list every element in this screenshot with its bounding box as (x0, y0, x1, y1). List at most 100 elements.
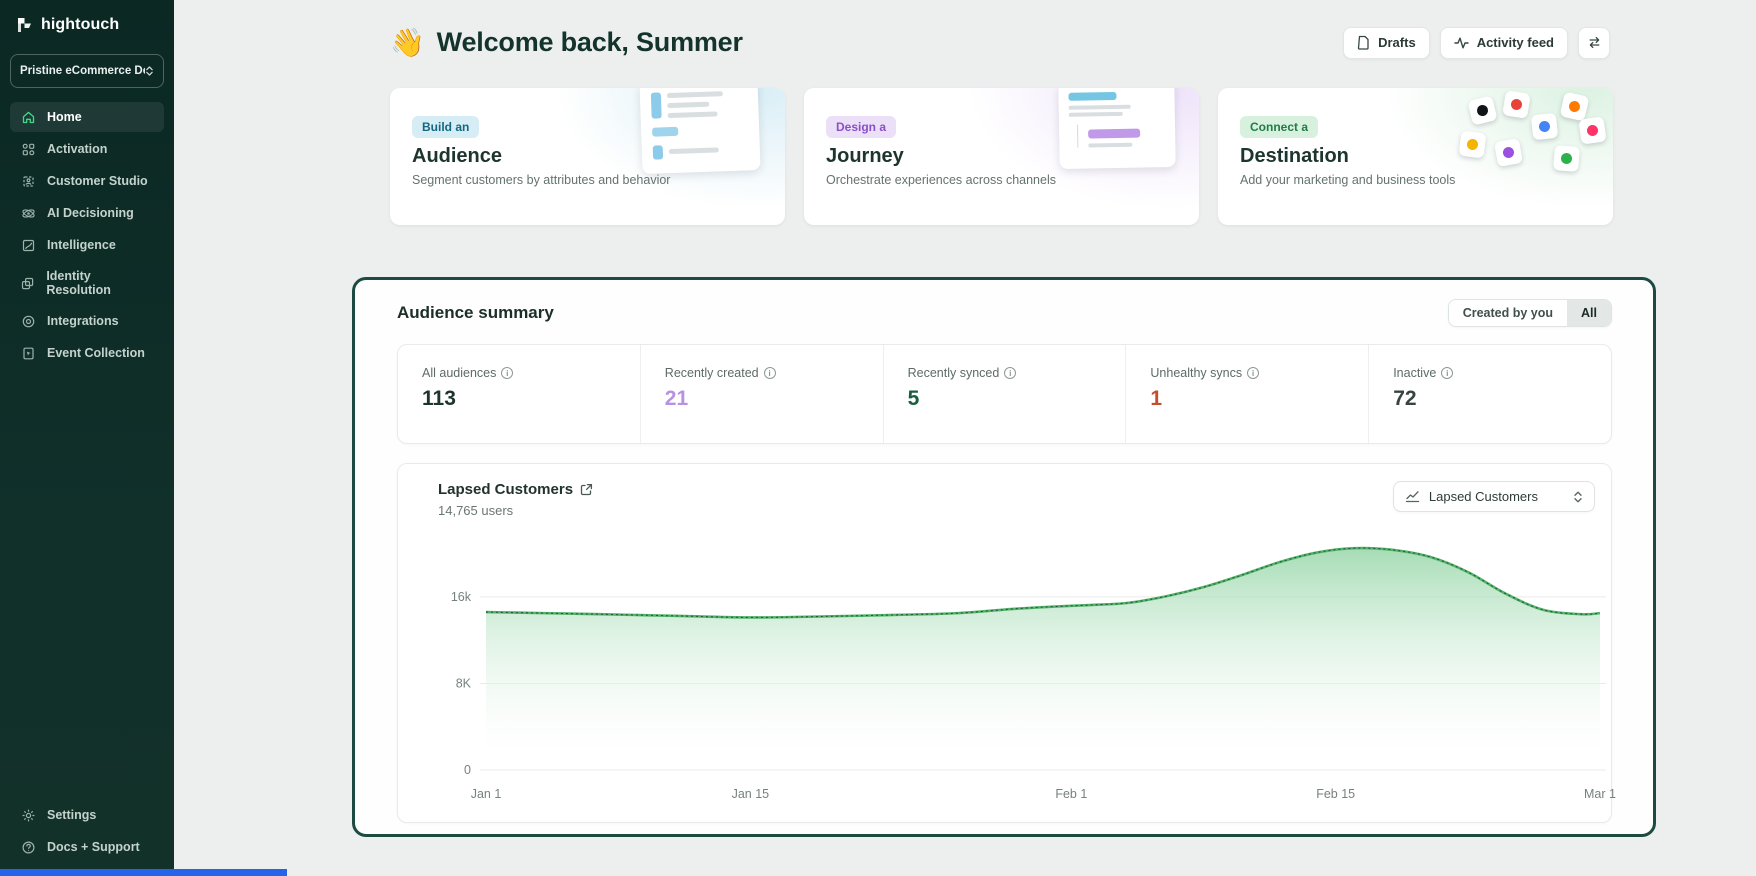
destination-card-title: Destination (1240, 145, 1455, 168)
journey-card-title: Journey (826, 145, 1056, 168)
activity-icon (1454, 36, 1469, 50)
stat-inactive: Inactivei 72 (1368, 345, 1611, 443)
identity-resolution-icon (20, 275, 35, 291)
sidebar-item-label: Intelligence (47, 238, 116, 252)
stat-value: 113 (422, 387, 640, 411)
bottom-blue-strip (0, 869, 287, 876)
greeting-text: Welcome back, Summer (437, 27, 743, 58)
svg-text:Mar 1: Mar 1 (1584, 787, 1616, 801)
stat-value: 5 (908, 387, 1126, 411)
chart-title: Lapsed Customers (438, 481, 573, 498)
drafts-button[interactable]: Drafts (1343, 27, 1430, 59)
svg-text:16k: 16k (451, 590, 472, 604)
sidebar-item-docs-support[interactable]: Docs + Support (10, 832, 164, 862)
line-chart-icon (1405, 490, 1420, 503)
stat-all-audiences: All audiencesi 113 (398, 345, 640, 443)
audience-summary-panel: Audience summary Created by you All All … (352, 277, 1656, 837)
area-chart: 08K16kJan 1Jan 15Feb 1Feb 15Mar 1 (438, 520, 1595, 817)
svg-text:Jan 1: Jan 1 (471, 787, 502, 801)
lapsed-customers-chart-card: Lapsed Customers 14,765 users Lapsed Cus… (397, 463, 1612, 823)
sidebar-item-label: Integrations (47, 314, 119, 328)
top-actions: Drafts Activity feed (1343, 27, 1610, 59)
design-journey-card[interactable]: Design a Journey Orchestrate experiences… (804, 88, 1199, 225)
sidebar-item-intelligence[interactable]: Intelligence (10, 230, 164, 260)
document-icon (1357, 35, 1370, 50)
audience-summary-title: Audience summary (397, 303, 554, 323)
chevron-updown-icon (1573, 490, 1583, 504)
design-a-badge: Design a (826, 116, 896, 138)
sidebar-item-label: Settings (47, 808, 96, 822)
sidebar-item-customer-studio[interactable]: Customer Studio (10, 166, 164, 196)
sidebar-item-activation[interactable]: Activation (10, 134, 164, 164)
svg-text:0: 0 (464, 763, 471, 777)
promo-cards-row: Build an Audience Segment customers by a… (390, 88, 1614, 225)
sidebar-item-ai-decisioning[interactable]: AI Decisioning (10, 198, 164, 228)
chart-title-link[interactable]: Lapsed Customers (438, 481, 593, 498)
home-icon (20, 109, 36, 125)
sidebar-item-identity-resolution[interactable]: Identity Resolution (10, 262, 164, 304)
svg-text:Jan 15: Jan 15 (732, 787, 770, 801)
metric-selector[interactable]: Lapsed Customers (1393, 481, 1595, 512)
page-title: 👋 Welcome back, Summer (390, 26, 743, 59)
sidebar-footer: Settings Docs + Support (0, 800, 174, 876)
swap-button[interactable] (1578, 27, 1610, 59)
logo-text: hightouch (41, 16, 119, 34)
help-icon (20, 839, 36, 855)
info-icon[interactable]: i (1441, 367, 1453, 379)
sidebar-item-label: Docs + Support (47, 840, 140, 854)
stat-value: 72 (1393, 387, 1611, 411)
filter-all[interactable]: All (1567, 300, 1611, 326)
info-icon[interactable]: i (764, 367, 776, 379)
info-icon[interactable]: i (1247, 367, 1259, 379)
swap-arrows-icon (1587, 36, 1602, 49)
audience-filter-toggle: Created by you All (1448, 299, 1612, 327)
activation-icon (20, 141, 36, 157)
audience-card-title: Audience (412, 145, 670, 168)
customer-studio-icon (20, 173, 36, 189)
sidebar-item-settings[interactable]: Settings (10, 800, 164, 830)
activity-feed-button[interactable]: Activity feed (1440, 27, 1568, 59)
sidebar-item-label: Identity Resolution (46, 269, 154, 297)
workspace-selector[interactable]: Pristine eCommerce De… (10, 54, 164, 88)
external-link-icon (580, 483, 593, 496)
topbar: 👋 Welcome back, Summer Drafts Activity f… (390, 26, 1610, 59)
connect-a-badge: Connect a (1240, 116, 1318, 138)
filter-created-by-you[interactable]: Created by you (1449, 300, 1567, 326)
metric-selector-value: Lapsed Customers (1429, 489, 1538, 504)
journey-card-description: Orchestrate experiences across channels (826, 173, 1056, 187)
sidebar-nav: Home Activation Customer Studio AI Decis… (0, 102, 174, 368)
stat-value: 21 (665, 387, 883, 411)
gear-icon (20, 807, 36, 823)
sidebar-item-event-collection[interactable]: Event Collection (10, 338, 164, 368)
audience-stats-card: All audiencesi 113 Recently createdi 21 … (397, 344, 1612, 444)
wave-emoji: 👋 (390, 26, 425, 59)
sidebar-item-integrations[interactable]: Integrations (10, 306, 164, 336)
svg-text:Feb 1: Feb 1 (1055, 787, 1087, 801)
main-content: 👋 Welcome back, Summer Drafts Activity f… (174, 0, 1756, 876)
stat-value: 1 (1150, 387, 1368, 411)
info-icon[interactable]: i (501, 367, 513, 379)
sidebar-item-label: Activation (47, 142, 107, 156)
build-audience-card[interactable]: Build an Audience Segment customers by a… (390, 88, 785, 225)
sidebar-item-label: Customer Studio (47, 174, 148, 188)
build-an-badge: Build an (412, 116, 479, 138)
event-collection-icon (20, 345, 36, 361)
ai-decisioning-icon (20, 205, 36, 221)
intelligence-icon (20, 237, 36, 253)
stat-unhealthy-syncs: Unhealthy syncsi 1 (1125, 345, 1368, 443)
hightouch-logo-icon (16, 17, 34, 33)
sidebar-item-label: Home (47, 110, 82, 124)
stat-recently-synced: Recently syncedi 5 (883, 345, 1126, 443)
info-icon[interactable]: i (1004, 367, 1016, 379)
sidebar-item-home[interactable]: Home (10, 102, 164, 132)
connect-destination-card[interactable]: Connect a Destination Add your marketing… (1218, 88, 1613, 225)
chevron-updown-icon (145, 64, 154, 78)
lapsed-customers-area-chart: 08K16kJan 1Jan 15Feb 1Feb 15Mar 1 (438, 520, 1628, 812)
hightouch-logo: hightouch (0, 0, 174, 46)
integrations-icon (20, 313, 36, 329)
stat-recently-created: Recently createdi 21 (640, 345, 883, 443)
audience-card-description: Segment customers by attributes and beha… (412, 173, 670, 187)
sidebar-item-label: AI Decisioning (47, 206, 134, 220)
destination-card-description: Add your marketing and business tools (1240, 173, 1455, 187)
sidebar: hightouch Pristine eCommerce De… Home Ac… (0, 0, 174, 876)
